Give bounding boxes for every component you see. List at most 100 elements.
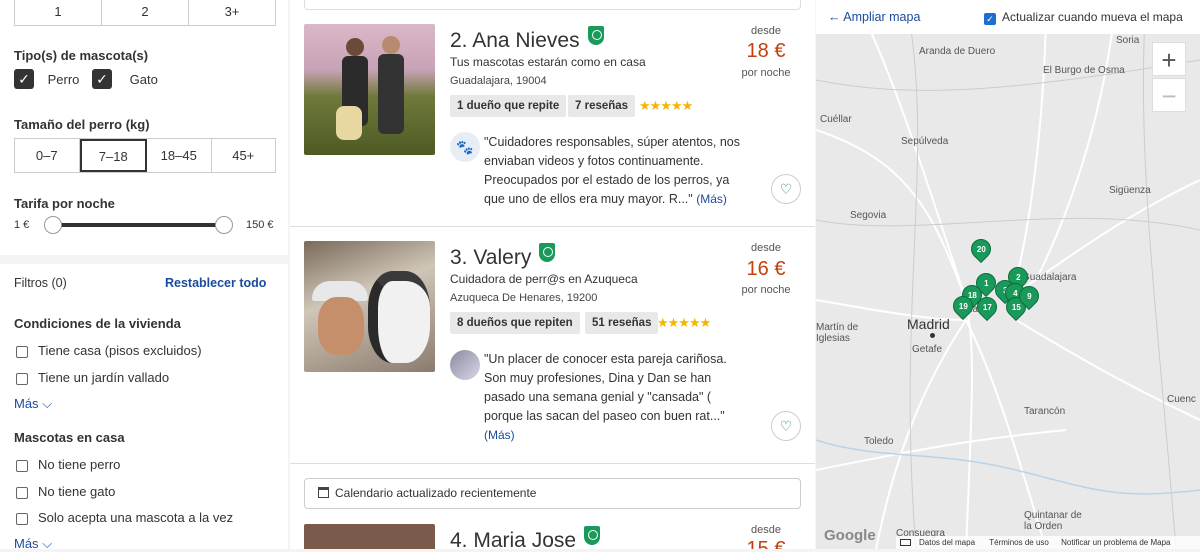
place-label: Martín de Iglesias — [816, 322, 859, 344]
map-pin-number: 17 — [982, 302, 992, 312]
place-label: Aranda de Duero — [919, 46, 996, 57]
housing-option-garden-label: Tiene un jardín vallado — [38, 370, 170, 385]
result-card[interactable]: 3. Valery Cuidadora de perr@s en Azuquec… — [290, 228, 815, 464]
checkbox-garden[interactable] — [16, 372, 28, 385]
verified-shield-icon — [584, 526, 601, 545]
expand-map-link[interactable]: ← Ampliar mapa — [828, 10, 920, 24]
filter-sidebar: 1 2 3+ Tipo(s) de mascota(s) ✓ Perro ✓ G… — [0, 0, 288, 552]
place-label: Getafe — [912, 344, 943, 355]
pet-type-cat-label: Gato — [129, 71, 158, 87]
zoom-in-button[interactable]: + — [1152, 42, 1186, 76]
favorite-heart-icon[interactable]: ♡ — [771, 174, 801, 204]
sitter-location: Azuqueca De Henares, 19200 — [450, 292, 598, 304]
star-rating-icon: ★★★★★ — [639, 98, 693, 113]
review-quote: "Cuidadores responsables, súper atentos,… — [484, 133, 749, 209]
dog-size-0-7[interactable]: 0–7 — [15, 139, 80, 172]
google-logo: Google — [824, 527, 876, 544]
price-per-night-label: por noche — [741, 284, 791, 296]
rate-slider-max-handle[interactable] — [215, 216, 233, 234]
sitter-name[interactable]: 2. Ana Nieves — [450, 26, 604, 53]
rate-max: 150 € — [246, 219, 274, 231]
rate-slider-track[interactable] — [52, 223, 224, 227]
dog-size-heading: Tamaño del perro (kg) — [14, 117, 150, 132]
reviews-count-badge: 51 reseñas — [585, 312, 659, 334]
checkbox-house[interactable] — [16, 345, 28, 358]
sitter-name[interactable]: 3. Valery — [450, 243, 556, 270]
rate-min: 1 € — [14, 219, 30, 231]
pet-count-1[interactable]: 1 — [15, 0, 102, 25]
chevron-down-icon: ⌵ — [42, 396, 53, 411]
sitter-tagline: Tus mascotas estarán como en casa — [450, 55, 646, 69]
face-figure — [318, 297, 364, 355]
result-card[interactable]: 2. Ana Nieves Tus mascotas estarán como … — [290, 0, 815, 227]
price-from-label: desde — [751, 242, 781, 254]
checkbox-single-pet[interactable] — [16, 512, 28, 525]
place-label: Toledo — [864, 436, 894, 447]
pets-home-option-no-dog[interactable]: No tiene perro — [16, 457, 120, 472]
checkbox-dog[interactable]: ✓ — [14, 69, 34, 89]
price-value: 16 € — [746, 258, 786, 280]
pets-home-option-no-cat[interactable]: No tiene gato — [16, 484, 115, 499]
review-more-link[interactable]: (Más) — [696, 192, 727, 206]
pets-home-more-link[interactable]: Más ⌵ — [14, 536, 52, 552]
reset-filters-link[interactable]: Restablecer todo — [165, 276, 266, 290]
map-pin-number: 20 — [976, 244, 986, 254]
zoom-out-button[interactable]: − — [1152, 78, 1186, 112]
housing-heading: Condiciones de la vivienda — [14, 316, 181, 331]
sitter-photo[interactable] — [304, 241, 435, 372]
review-more-link[interactable]: (Más) — [484, 428, 515, 442]
sitter-name-text: 3. Valery — [450, 246, 532, 269]
place-label: Cuéllar — [820, 114, 852, 125]
checkbox-no-cat[interactable] — [16, 486, 28, 499]
person-figure — [378, 54, 404, 134]
pets-home-no-dog-label: No tiene perro — [38, 457, 121, 472]
calendar-icon — [318, 487, 329, 498]
dog-figure — [336, 106, 362, 140]
verified-shield-icon — [539, 243, 556, 262]
map-data-link[interactable]: Datos del mapa — [919, 538, 975, 547]
sitter-location: Guadalajara, 19004 — [450, 75, 547, 87]
pet-type-cat[interactable]: ✓ Gato — [92, 69, 158, 89]
pet-count-2[interactable]: 2 — [102, 0, 189, 25]
calendar-updated-notice: Calendario actualizado recientemente — [304, 478, 801, 509]
checkbox-update-map[interactable]: ✓ — [984, 13, 996, 25]
checkbox-cat[interactable]: ✓ — [92, 69, 112, 89]
housing-more-link[interactable]: Más ⌵ — [14, 396, 52, 412]
favorite-heart-icon[interactable]: ♡ — [771, 411, 801, 441]
place-label-madrid: Madrid — [907, 316, 950, 332]
rate-slider-min-handle[interactable] — [44, 216, 62, 234]
place-label: Guadalajara — [1022, 272, 1077, 283]
pets-home-single-label: Solo acepta una mascota a la vez — [38, 510, 234, 525]
report-problem-link[interactable]: Notificar un problema de Mapa — [1061, 538, 1170, 547]
place-label: Sepúlveda — [901, 136, 949, 147]
terms-link[interactable]: Términos de uso — [989, 538, 1049, 547]
sitter-name[interactable]: 4. Maria Jose — [450, 526, 601, 549]
dog-size-18-45[interactable]: 18–45 — [147, 139, 212, 172]
result-card[interactable]: 4. Maria Jose desde 15 € — [290, 522, 815, 549]
price-value: 18 € — [746, 40, 786, 62]
review-quote-text: "Un placer de conocer esta pareja cariño… — [484, 352, 727, 423]
repeat-clients-badge: 8 dueños que repiten — [450, 312, 580, 334]
housing-option-garden[interactable]: Tiene un jardín vallado — [16, 370, 169, 385]
repeat-clients-badge: 1 dueño que repite — [450, 95, 567, 117]
pet-type-dog[interactable]: ✓ Perro — [14, 69, 79, 89]
place-label: Sigüenza — [1109, 185, 1151, 196]
housing-option-house-label: Tiene casa (pisos excluidos) — [38, 343, 202, 358]
map-footer: Datos del mapa Términos de uso Notificar… — [896, 536, 1200, 549]
pets-home-heading: Mascotas en casa — [14, 430, 125, 445]
dog-size-45plus[interactable]: 45+ — [212, 139, 276, 172]
pets-home-option-single[interactable]: Solo acepta una mascota a la vez — [16, 510, 233, 525]
sitter-photo[interactable] — [304, 524, 435, 549]
price-per-night-label: por noche — [741, 67, 791, 79]
sitter-photo[interactable] — [304, 24, 435, 155]
person-figure — [346, 38, 364, 56]
sitter-name-text: 2. Ana Nieves — [450, 29, 580, 52]
checkbox-no-dog[interactable] — [16, 459, 28, 472]
pet-count-3plus[interactable]: 3+ — [189, 0, 275, 25]
update-on-move-toggle[interactable]: ✓ Actualizar cuando mueva el mapa — [984, 10, 1183, 25]
pets-home-no-cat-label: No tiene gato — [38, 484, 116, 499]
housing-option-house[interactable]: Tiene casa (pisos excluidos) — [16, 343, 202, 358]
husky-figure — [368, 271, 430, 363]
map-view[interactable]: ← Ampliar mapa ✓ Actualizar cuando mueva … — [816, 0, 1200, 549]
dog-size-7-18[interactable]: 7–18 — [79, 139, 147, 172]
